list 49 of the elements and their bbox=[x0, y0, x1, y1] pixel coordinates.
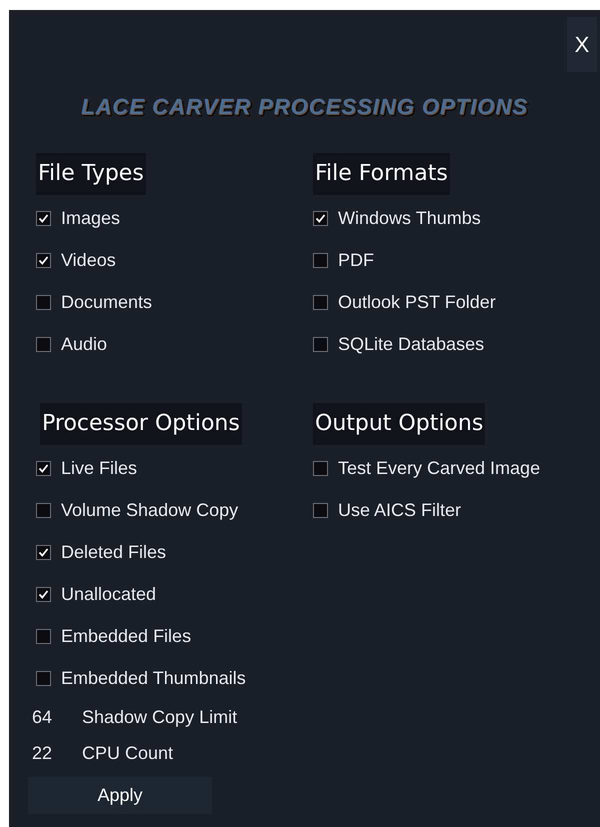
group-heading: File Types bbox=[36, 153, 146, 195]
checkbox-label: Documents bbox=[61, 290, 152, 314]
group-heading: Output Options bbox=[313, 403, 486, 445]
checkbox[interactable] bbox=[313, 502, 328, 518]
checkbox-label: Outlook PST Folder bbox=[338, 290, 496, 314]
checkbox[interactable] bbox=[313, 460, 328, 476]
checkbox-label: Embedded Thumbnails bbox=[61, 666, 246, 690]
checkbox[interactable] bbox=[36, 586, 51, 602]
checkbox-label: Live Files bbox=[61, 456, 138, 480]
checkbox-label: Videos bbox=[61, 248, 116, 272]
apply-button[interactable]: Apply bbox=[28, 777, 212, 814]
checkmark-icon bbox=[38, 462, 49, 474]
checkbox[interactable] bbox=[36, 294, 51, 310]
checkbox-label: Unallocated bbox=[61, 582, 156, 606]
checkbox[interactable] bbox=[313, 336, 328, 352]
checkbox[interactable] bbox=[36, 502, 51, 518]
checkbox[interactable] bbox=[36, 670, 51, 686]
checkmark-icon bbox=[38, 588, 49, 600]
close-button[interactable]: X bbox=[567, 17, 597, 72]
checkmark-icon bbox=[315, 212, 326, 224]
checkbox-label: Test Every Carved Image bbox=[338, 456, 540, 480]
checkbox-label: Audio bbox=[61, 332, 108, 356]
checkbox[interactable] bbox=[36, 460, 51, 476]
number-field[interactable]: 64 bbox=[32, 704, 72, 730]
group-heading: Processor Options bbox=[40, 403, 242, 445]
checkbox-label: Use AICS Filter bbox=[338, 498, 462, 522]
checkbox-label: PDF bbox=[338, 248, 374, 272]
checkbox-label: Deleted Files bbox=[61, 540, 166, 564]
checkbox[interactable] bbox=[313, 210, 328, 226]
group-heading: File Formats bbox=[313, 153, 450, 195]
field-label: CPU Count bbox=[82, 742, 174, 764]
checkbox-label: Windows Thumbs bbox=[338, 206, 481, 230]
dialog-title: LACE CARVER PROCESSING OPTIONS bbox=[81, 93, 528, 121]
checkbox[interactable] bbox=[313, 294, 328, 310]
checkbox-label: Embedded Files bbox=[61, 624, 192, 648]
checkmark-icon bbox=[38, 546, 49, 558]
checkbox[interactable] bbox=[36, 628, 51, 644]
number-field[interactable]: 22 bbox=[32, 740, 72, 766]
checkbox[interactable] bbox=[36, 336, 51, 352]
checkbox[interactable] bbox=[313, 252, 328, 268]
checkbox[interactable] bbox=[36, 210, 51, 226]
checkbox[interactable] bbox=[36, 544, 51, 560]
checkbox-label: Images bbox=[61, 206, 120, 230]
checkbox-label: Volume Shadow Copy bbox=[61, 498, 238, 522]
checkmark-icon bbox=[38, 212, 49, 224]
field-label: Shadow Copy Limit bbox=[82, 706, 238, 729]
checkbox[interactable] bbox=[36, 252, 51, 268]
checkmark-icon bbox=[38, 254, 49, 266]
checkbox-label: SQLite Databases bbox=[338, 332, 484, 356]
